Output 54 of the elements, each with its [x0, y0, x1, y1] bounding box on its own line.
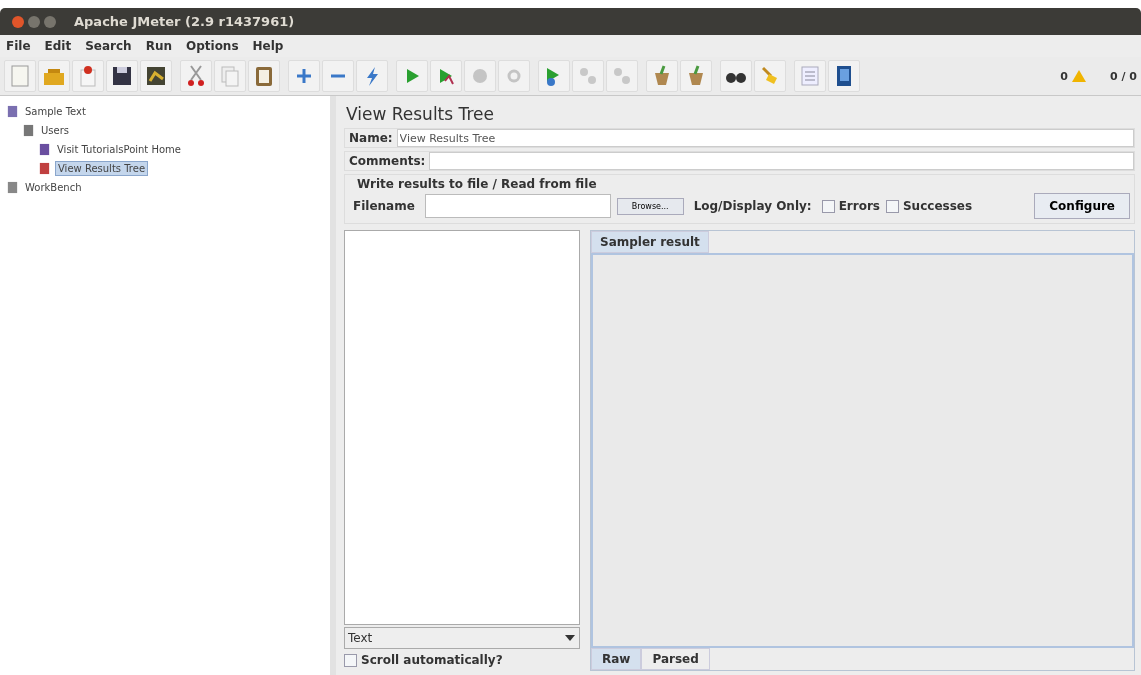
- field-label: Filename: [352, 199, 416, 213]
- open-folder-icon[interactable]: [38, 60, 70, 92]
- tree-item[interactable]: View Results Tree: [55, 161, 149, 176]
- thread-count: 0 / 0: [1110, 69, 1137, 83]
- renderer-dropdown[interactable]: Text: [344, 627, 580, 649]
- group-title: Write results to file / Read from file: [357, 177, 598, 191]
- binoculars-icon[interactable]: [720, 60, 752, 92]
- tree-item[interactable]: Visit TutorialsPoint Home: [55, 143, 183, 156]
- configure-button[interactable]: Configure: [1034, 193, 1130, 219]
- caret-icon: [565, 635, 575, 641]
- tab[interactable]: Sampler result: [591, 231, 709, 253]
- warning-count: 0: [1060, 69, 1068, 83]
- paste-icon[interactable]: [248, 60, 280, 92]
- checkbox[interactable]: [344, 653, 357, 667]
- window-title: Apache JMeter (2.9 r1437961): [74, 14, 295, 29]
- comments-field[interactable]: [429, 152, 1134, 170]
- filename-field[interactable]: [424, 194, 611, 218]
- lightning-icon[interactable]: [356, 60, 388, 92]
- maximize-icon[interactable]: [44, 15, 56, 28]
- help-book-icon[interactable]: [828, 60, 860, 92]
- minus-icon[interactable]: [322, 60, 354, 92]
- log-display-label: Log/Display Only:: [692, 199, 813, 213]
- checkbox-label: Errors: [838, 199, 880, 213]
- tree-item[interactable]: WorkBench: [23, 181, 84, 194]
- tree-item[interactable]: Sample Text: [23, 105, 88, 118]
- field-label: Name:: [348, 131, 394, 145]
- checkbox-label: Scroll automatically?: [361, 653, 503, 667]
- menu-item[interactable]: Help: [252, 39, 284, 53]
- close-icon[interactable]: [12, 15, 24, 28]
- checkbox[interactable]: [885, 199, 899, 213]
- menu-item[interactable]: File: [6, 39, 31, 53]
- field-label: Comments:: [348, 154, 427, 168]
- tab[interactable]: Parsed: [641, 648, 710, 670]
- name-field[interactable]: View Results Tree: [396, 129, 1134, 147]
- panel-title: View Results Tree: [346, 104, 495, 124]
- checkbox[interactable]: [821, 199, 835, 213]
- warning-icon: [1072, 70, 1086, 82]
- menu-item[interactable]: Search: [85, 39, 132, 53]
- tab[interactable]: Raw: [591, 648, 642, 670]
- minimize-icon[interactable]: [28, 15, 40, 28]
- browse-button[interactable]: Browse...: [616, 197, 684, 215]
- play-icon[interactable]: [396, 60, 428, 92]
- menu-item[interactable]: Edit: [44, 39, 72, 53]
- menu-item[interactable]: Options: [186, 39, 239, 53]
- play-check-icon[interactable]: [430, 60, 462, 92]
- checkbox-label: Successes: [902, 199, 973, 213]
- shutdown-icon[interactable]: [498, 60, 530, 92]
- template-icon[interactable]: [72, 60, 104, 92]
- plus-icon[interactable]: [288, 60, 320, 92]
- tree-item[interactable]: Users: [39, 124, 71, 137]
- menu-item[interactable]: Run: [145, 39, 172, 53]
- new-file-icon[interactable]: [4, 60, 36, 92]
- save-icon[interactable]: [106, 60, 138, 92]
- cut-icon[interactable]: [180, 60, 212, 92]
